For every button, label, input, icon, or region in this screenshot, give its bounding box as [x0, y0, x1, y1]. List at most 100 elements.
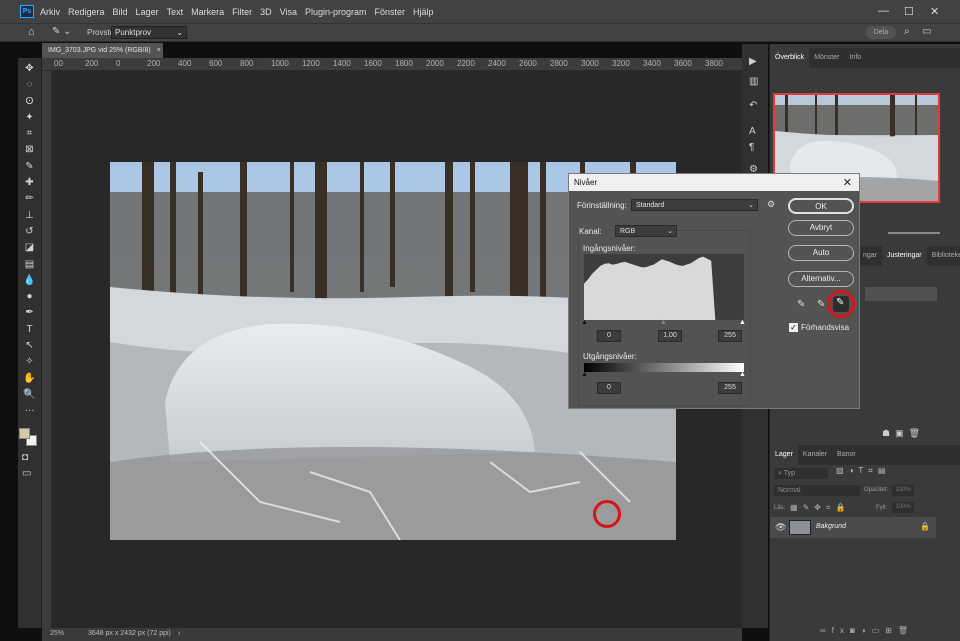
dialog-close-icon[interactable]: ✕ — [843, 176, 852, 189]
input-white-field[interactable]: 255 — [718, 330, 742, 342]
eyedropper-tool-icon[interactable]: ✎ — [18, 159, 42, 175]
trash-icon[interactable]: 🗑 — [909, 428, 925, 438]
tab-stallningar[interactable]: ngar — [858, 246, 882, 266]
path-selection-tool-icon[interactable]: ↖ — [18, 338, 42, 354]
input-black-field[interactable]: 0 — [597, 330, 621, 342]
eraser-tool-icon[interactable]: ◪ — [18, 240, 42, 256]
shape-tool-icon[interactable]: ✧ — [18, 354, 42, 370]
more-tools-icon[interactable]: ··· — [18, 403, 42, 419]
image-filter-icon[interactable]: ▧ — [836, 466, 849, 475]
layer-filter-select[interactable]: ⌕ Typ — [774, 468, 828, 479]
marquee-tool-icon[interactable]: ◌ — [18, 77, 42, 93]
menu-item-filter[interactable]: Filter — [232, 7, 252, 17]
fill-input[interactable]: 100% — [892, 502, 914, 513]
output-white-field[interactable]: 255 — [718, 382, 742, 394]
blur-tool-icon[interactable]: 💧 — [18, 273, 42, 289]
white-point-handle[interactable]: ▲ — [739, 319, 746, 326]
tab-kanaler[interactable]: Kanaler — [798, 445, 832, 465]
options-button[interactable]: Alternativ... — [788, 271, 854, 287]
gamma-handle[interactable]: ▲ — [660, 319, 667, 326]
output-black-handle[interactable]: ▲ — [581, 371, 588, 378]
eyedropper-tool-icon[interactable]: ✎ ⌄ — [52, 26, 72, 37]
mask-icon[interactable]: ◙ — [850, 626, 861, 635]
tab-lager[interactable]: Lager — [770, 445, 798, 465]
fx-icon[interactable]: fx — [832, 626, 850, 635]
channel-select[interactable]: RGB ⌄ — [615, 225, 677, 237]
menu-item-lager[interactable]: Lager — [136, 7, 159, 17]
preset-settings-icon[interactable]: ⚙ — [767, 199, 775, 210]
menu-item-text[interactable]: Text — [167, 7, 184, 17]
menu-item-arkiv[interactable]: Arkiv — [40, 7, 60, 17]
adjustment-icon[interactable]: ◑ — [861, 626, 872, 635]
new-group-icon[interactable]: ☗ — [882, 428, 895, 438]
lock-paint-icon[interactable]: ✎ — [803, 503, 815, 512]
preview-checkbox[interactable]: ✓ — [789, 323, 798, 332]
lock-pixels-icon[interactable]: ▦ — [790, 503, 803, 512]
shape-filter-icon[interactable]: ⌗ — [868, 466, 878, 475]
menu-item-hjalp[interactable]: Hjälp — [413, 7, 434, 17]
tab-biblioteket[interactable]: Biblioteket — [927, 246, 960, 266]
new-layer-icon[interactable]: ⊞ — [885, 626, 898, 635]
camera-icon[interactable]: ▣ — [895, 428, 909, 438]
screen-mode-icon[interactable]: ▭ — [22, 468, 31, 479]
menu-item-3d[interactable]: 3D — [260, 7, 272, 17]
healing-brush-tool-icon[interactable]: ✚ — [18, 175, 42, 191]
menu-item-bild[interactable]: Bild — [113, 7, 128, 17]
play-icon[interactable]: ▶ — [749, 56, 757, 67]
type-tool-icon[interactable]: T — [18, 322, 42, 338]
home-icon[interactable]: ⌂ — [28, 26, 35, 38]
ok-button[interactable]: OK — [788, 198, 854, 214]
eye-icon[interactable]: 👁 — [775, 522, 786, 533]
history-brush-tool-icon[interactable]: ↺ — [18, 224, 42, 240]
gradient-tool-icon[interactable]: ▤ — [18, 257, 42, 273]
move-tool-icon[interactable]: ✥ — [18, 61, 42, 77]
menu-item-markera[interactable]: Markera — [191, 7, 224, 17]
output-white-handle[interactable]: ▲ — [739, 371, 746, 378]
delete-icon[interactable]: 🗑 — [898, 626, 914, 635]
gray-eyedropper-icon[interactable]: ✎ — [817, 299, 825, 310]
sample-size-select[interactable]: Punktprov ⌄ — [111, 26, 187, 39]
menu-item-plugin[interactable]: Plugin-program — [305, 7, 367, 17]
frame-tool-icon[interactable]: ⊠ — [18, 142, 42, 158]
auto-button[interactable]: Auto — [788, 245, 854, 261]
maximize-button[interactable]: ☐ — [904, 5, 914, 18]
close-window-button[interactable]: ✕ — [930, 5, 939, 18]
tab-info[interactable]: Info — [844, 48, 866, 68]
menu-item-visa[interactable]: Visa — [280, 7, 297, 17]
minimize-button[interactable]: — — [878, 5, 889, 17]
brush-tool-icon[interactable]: ✏ — [18, 191, 42, 207]
crop-tool-icon[interactable]: ⌗ — [18, 126, 42, 142]
quick-mask-icon[interactable]: ◘ — [22, 452, 28, 463]
paragraph-icon[interactable]: ¶ — [749, 142, 754, 153]
pen-tool-icon[interactable]: ✒ — [18, 305, 42, 321]
share-button[interactable]: Dela — [866, 26, 896, 39]
cancel-button[interactable]: Avbryt — [788, 220, 854, 236]
tab-overblick[interactable]: Överblick — [770, 48, 810, 68]
zoom-level[interactable]: 25% — [50, 630, 64, 637]
document-tab[interactable]: IMG_3703.JPG vid 25% (RGB/8) × — [42, 43, 163, 58]
zoom-slider[interactable] — [888, 232, 940, 234]
preset-select[interactable]: Standard ⌄ — [631, 199, 758, 211]
close-tab-icon[interactable]: × — [157, 47, 161, 54]
histogram-icon[interactable]: ▥ — [749, 76, 758, 87]
dodge-tool-icon[interactable]: ● — [18, 289, 42, 305]
black-point-handle[interactable]: ▲ — [581, 319, 588, 326]
character-icon[interactable]: A — [749, 126, 756, 137]
magic-wand-tool-icon[interactable]: ✦ — [18, 110, 42, 126]
output-black-field[interactable]: 0 — [597, 382, 621, 394]
input-gamma-field[interactable]: 1,00 — [658, 330, 682, 342]
adjustment-filter-icon[interactable]: ◑ — [849, 466, 859, 475]
dialog-titlebar[interactable]: Nivåer ✕ — [569, 174, 859, 191]
menu-item-redigera[interactable]: Redigera — [68, 7, 105, 17]
foreground-color-swatch[interactable] — [19, 428, 30, 439]
stamp-tool-icon[interactable]: ⊥ — [18, 208, 42, 224]
lock-all-icon[interactable]: 🔒 — [835, 503, 850, 512]
black-eyedropper-icon[interactable]: ✎ — [797, 299, 805, 310]
output-slider[interactable]: ▲ ▲ — [581, 371, 746, 378]
history-icon[interactable]: ↶ — [749, 100, 757, 111]
layer-row[interactable]: 👁 Bakgrund 🔒 — [770, 517, 936, 538]
input-slider[interactable]: ▲ ▲ ▲ — [581, 319, 746, 326]
blend-mode-select[interactable]: Normal — [774, 485, 860, 496]
tab-monster[interactable]: Mönster — [809, 48, 844, 68]
workspace-icon[interactable]: ▭ — [922, 26, 931, 37]
